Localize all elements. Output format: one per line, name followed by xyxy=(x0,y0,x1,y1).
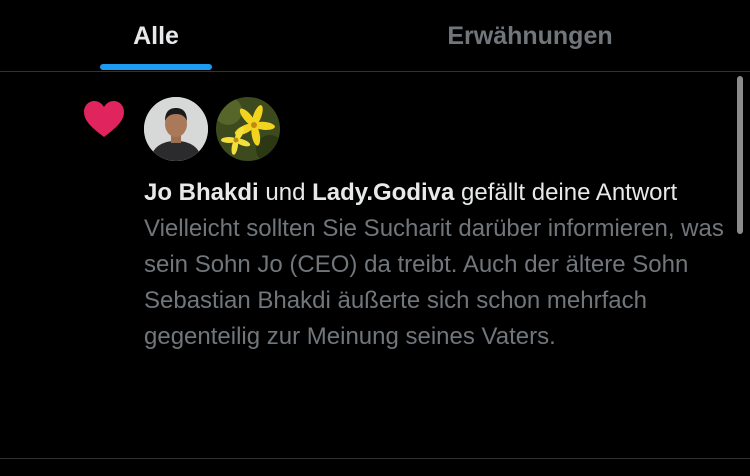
reply-preview-text: Vielleicht sollten Sie Sucharit darüber … xyxy=(144,215,724,350)
action-text: gefällt deine Antwort xyxy=(454,179,678,206)
heart-icon xyxy=(84,101,124,137)
avatar-lady-godiva[interactable] xyxy=(216,97,280,161)
scrollbar-thumb[interactable] xyxy=(737,76,743,234)
active-tab-indicator xyxy=(100,64,212,70)
flower-avatar-image xyxy=(216,97,280,161)
user-name-1[interactable]: Jo Bhakdi xyxy=(144,179,259,206)
tab-mentions[interactable]: Erwähnungen xyxy=(420,0,640,72)
person-avatar-image xyxy=(144,97,208,161)
notification-headline: Jo Bhakdi und Lady.Godiva gefällt deine … xyxy=(144,175,724,211)
notification-text: Jo Bhakdi und Lady.Godiva gefällt deine … xyxy=(144,175,724,355)
divider xyxy=(0,458,750,459)
tab-mentions-label: Erwähnungen xyxy=(447,21,613,50)
connector-text: und xyxy=(258,179,313,206)
user-name-2[interactable]: Lady.Godiva xyxy=(312,179,454,206)
tab-all-label: Alle xyxy=(133,21,179,50)
notification-item[interactable]: Jo Bhakdi und Lady.Godiva gefällt deine … xyxy=(0,73,750,458)
tab-all[interactable]: Alle xyxy=(100,0,212,72)
avatar-jo-bhakdi[interactable] xyxy=(144,97,208,161)
tab-bar: Alle Erwähnungen xyxy=(0,0,750,72)
